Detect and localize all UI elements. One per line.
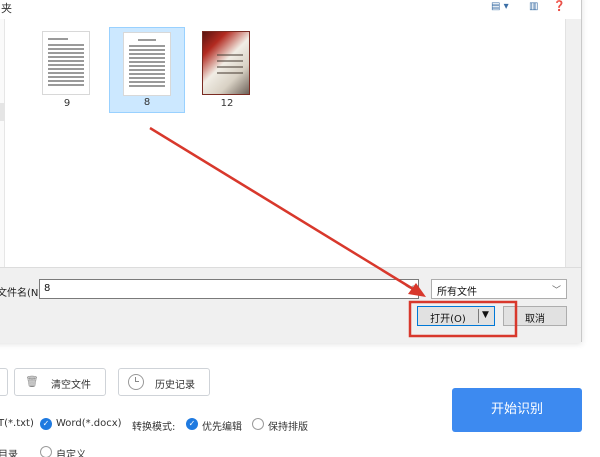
filename-input[interactable]: 8 ﹀: [39, 279, 419, 299]
chevron-down-icon[interactable]: ﹀: [405, 283, 414, 296]
help-icon[interactable]: ❓: [553, 2, 565, 12]
file-name: 12: [220, 98, 234, 109]
add-file-button-partial[interactable]: [0, 368, 8, 396]
directory-label: 目录: [0, 450, 18, 457]
check-icon[interactable]: ✓: [186, 418, 198, 430]
filename-value: 8: [44, 283, 51, 294]
file-item-9[interactable]: 9: [29, 27, 105, 113]
file-name: 8: [143, 97, 151, 108]
file-item-8[interactable]: 8: [109, 27, 185, 113]
filetype-value: 所有文件: [437, 287, 477, 298]
mode-layout-label[interactable]: 保持排版: [268, 418, 308, 433]
document-thumbnail: [42, 31, 90, 95]
history-label: 历史记录: [155, 380, 195, 391]
breadcrumb: 夹: [1, 2, 12, 15]
chevron-down-icon: ﹀: [551, 286, 561, 296]
photo-thumbnail: [202, 31, 250, 95]
view-options-icon[interactable]: ▤ ▾: [491, 2, 509, 12]
open-button-label: 打开(O): [430, 314, 466, 325]
check-icon[interactable]: ✓: [40, 418, 52, 430]
trash-icon: 🗑: [25, 375, 39, 388]
open-button[interactable]: 打开(O) ▼: [417, 306, 495, 326]
custom-option-label[interactable]: 自定义: [56, 446, 86, 457]
cancel-button[interactable]: 取消: [503, 306, 567, 326]
file-item-12[interactable]: 12: [189, 27, 265, 113]
format-txt-label[interactable]: T(*.txt): [0, 418, 34, 429]
start-recognition-button[interactable]: 开始识别: [452, 388, 582, 432]
clear-files-label: 清空文件: [51, 380, 91, 391]
dialog-header: 夹 ▤ ▾ ▥ ❓: [0, 0, 581, 19]
vertical-scrollbar[interactable]: [565, 19, 581, 267]
preview-pane-icon[interactable]: ▥: [529, 2, 538, 12]
radio-button[interactable]: [252, 418, 264, 430]
open-file-dialog: 夹 ▤ ▾ ▥ ❓ 9 8 12 文件名(N): 8 ﹀ 所有文件 ﹀ 打开(O…: [0, 0, 582, 343]
dropdown-arrow-icon[interactable]: ▼: [482, 310, 489, 320]
history-button[interactable]: 历史记录: [118, 368, 210, 396]
document-thumbnail: [123, 32, 171, 96]
radio-button[interactable]: [40, 446, 52, 457]
format-word-label[interactable]: Word(*.docx): [56, 418, 122, 429]
dialog-bottom-bar: 文件名(N): 8 ﹀ 所有文件 ﹀ 打开(O) ▼ 取消: [0, 267, 581, 343]
file-name: 9: [63, 98, 71, 109]
split-divider: [478, 309, 479, 323]
clock-icon: [128, 374, 144, 390]
convert-mode-label: 转换模式:: [132, 422, 176, 433]
mode-edit-label[interactable]: 优先编辑: [202, 418, 242, 433]
file-list: 9 8 12: [5, 19, 565, 267]
filetype-select[interactable]: 所有文件 ﹀: [431, 279, 567, 299]
clear-files-button[interactable]: 🗑 清空文件: [14, 368, 106, 396]
